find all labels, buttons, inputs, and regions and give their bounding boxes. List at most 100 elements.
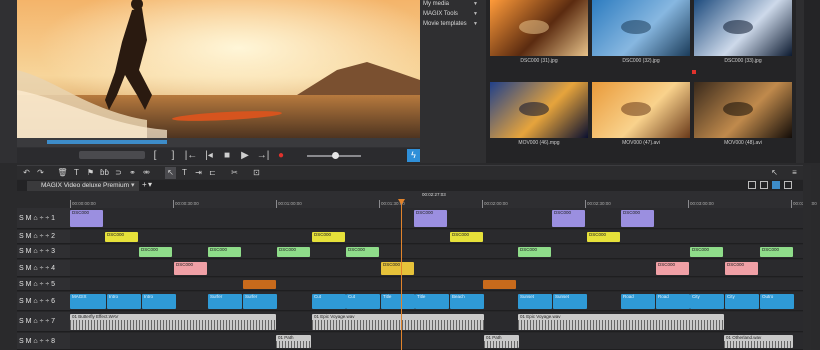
record-icon[interactable]: ●	[273, 148, 289, 163]
timeline-clip[interactable]: DSC000	[277, 247, 310, 257]
chevron-down-icon[interactable]: ▼	[473, 21, 478, 27]
group-icon[interactable]: ɓɓ	[99, 167, 110, 179]
stop-icon[interactable]: ■	[219, 148, 235, 163]
track-header[interactable]: S M ⌂ ÷ ÷ 5	[17, 278, 70, 291]
add-tab-icon[interactable]: +	[142, 180, 147, 189]
timeline-clip[interactable]: 01 Butterfly Effect.WAV	[70, 314, 276, 330]
snap-icon[interactable]: ⊡	[251, 167, 262, 179]
media-thumbnail[interactable]	[490, 82, 588, 138]
back-icon[interactable]: ↖	[769, 167, 780, 179]
media-thumbnail[interactable]	[694, 82, 792, 138]
timeline-clip[interactable]: 01 Path	[484, 335, 519, 348]
timeline-clip[interactable]: Sunset	[518, 294, 552, 309]
tab-project[interactable]: MAGIX Video deluxe Premium	[27, 181, 139, 191]
marker-icon[interactable]: ⚑	[85, 167, 96, 179]
timeline-clip[interactable]: Title	[381, 294, 415, 309]
text-tool-icon[interactable]: T	[179, 167, 190, 179]
track-lane[interactable]: DSC000 DSC000 DSC000 DSC000	[70, 208, 803, 229]
scene-mode-icon[interactable]	[760, 181, 768, 189]
timeline-clip[interactable]: City	[690, 294, 724, 309]
volume-slider-handle[interactable]	[332, 152, 339, 159]
track-lane[interactable]: DSC000 DSC000 DSC000 DSC000	[70, 230, 803, 244]
timeline-clip[interactable]: DSC000	[656, 262, 689, 275]
tab-overflow-icon[interactable]: ▾	[148, 180, 152, 189]
nav-item-magix-tools[interactable]: MAGIX Tools	[423, 11, 458, 17]
pointer-icon[interactable]: ↖	[165, 167, 176, 179]
timeline-clip[interactable]: DSC000	[587, 232, 620, 242]
unlink-icon[interactable]: ⚮	[141, 167, 152, 179]
track-header[interactable]: S M ⌂ ÷ ÷ 1	[17, 208, 70, 229]
timeline-clip[interactable]: DSC000	[70, 210, 103, 227]
timeline-clip[interactable]: DSC000	[208, 247, 241, 257]
undo-icon[interactable]: ↶	[21, 167, 32, 179]
play-icon[interactable]: ▶	[237, 148, 253, 163]
timeline-clip[interactable]: DSC000	[312, 232, 345, 242]
storyboard-mode-icon[interactable]	[748, 181, 756, 189]
chevron-down-icon[interactable]: ▼	[473, 11, 478, 17]
nav-item-my-media[interactable]: My media	[423, 1, 449, 7]
lightning-icon[interactable]: ϟ	[407, 149, 420, 162]
track-lane[interactable]	[70, 278, 803, 291]
go-to-end-icon[interactable]: →|	[255, 148, 271, 163]
timeline-scrollbar[interactable]	[803, 165, 811, 350]
mark-out-icon[interactable]: ]	[165, 148, 181, 163]
playhead-line[interactable]	[401, 199, 402, 350]
timeline-clip[interactable]: City	[725, 294, 759, 309]
timeline-clip[interactable]: DSC000	[414, 210, 447, 227]
timeline-clip[interactable]: Surfer	[243, 294, 277, 309]
timeline-clip[interactable]: 01 Path	[276, 335, 311, 348]
track-lane[interactable]: DSC000 DSC000 DSC000 DSC000	[70, 260, 803, 277]
media-thumbnail[interactable]	[694, 0, 792, 56]
delete-icon[interactable]: 🗑	[57, 167, 68, 179]
track-header[interactable]: S M ⌂ ÷ ÷ 2	[17, 230, 70, 244]
preview-scrubber[interactable]	[17, 138, 420, 147]
timeline-clip[interactable]: Outro	[760, 294, 794, 309]
media-thumbnail[interactable]	[592, 0, 690, 56]
track-header[interactable]: S M ⌂ ÷ ÷ 6	[17, 292, 70, 311]
track-lane[interactable]: 01 Butterfly Effect.WAV 01 Epic Voyage.wa…	[70, 312, 803, 332]
timeline-clip[interactable]: Road	[621, 294, 655, 309]
trim-icon[interactable]: ⊏	[207, 167, 218, 179]
timeline-mode-icon[interactable]	[772, 181, 780, 189]
track-header[interactable]: S M ⌂ ÷ ÷ 4	[17, 260, 70, 277]
timeline-clip[interactable]: 01 Otherland.wav	[724, 335, 793, 348]
timeline-clip[interactable]: DSC000	[690, 247, 723, 257]
timeline-clip[interactable]: DSC000	[381, 262, 414, 275]
menu-icon[interactable]: ≡	[789, 167, 800, 179]
timeline-clip[interactable]	[483, 280, 516, 289]
tab-menu-icon[interactable]: ▾	[131, 181, 135, 189]
timeline-clip[interactable]: Surfer	[208, 294, 242, 309]
track-lane[interactable]: DSC000 DSC000 DSC000 DSC000 DSC000 DSC000 DSC0…	[70, 245, 803, 259]
timeline-clip[interactable]: 01 Epic Voyage.wav	[518, 314, 724, 330]
timeline-clip[interactable]: Intro	[107, 294, 141, 309]
timeline-clip[interactable]: DSC000	[725, 262, 758, 275]
timeline-clip[interactable]: DSC000	[621, 210, 654, 227]
video-preview[interactable]	[17, 0, 420, 138]
timeline-clip[interactable]: DSC000	[450, 232, 483, 242]
track-header[interactable]: S M ⌂ ÷ ÷ 3	[17, 245, 70, 259]
timeline-clip[interactable]: DSC000	[346, 247, 379, 257]
loop-icon[interactable]: ⊃	[113, 167, 124, 179]
track-lane[interactable]: 01 Path 01 Path 01 Otherland.wav	[70, 333, 803, 350]
media-thumbnail[interactable]	[490, 0, 588, 56]
timeline-clip[interactable]	[243, 280, 276, 289]
timeline-clip[interactable]: DSC000	[518, 247, 551, 257]
timeline-clip[interactable]: DSC000	[139, 247, 172, 257]
go-to-start-icon[interactable]: |←	[183, 148, 199, 163]
timeline-clip[interactable]: 01 Epic Voyage.wav	[312, 314, 484, 330]
timeline-ruler[interactable]: 00:02:27:03 00:00:00:00 00:00:30:00 00:01:…	[70, 191, 817, 208]
track-lane[interactable]: MAGIX Intro Intro Surfer Surfer Cut Cut Title Ti…	[70, 292, 803, 311]
media-thumbnail[interactable]	[592, 82, 690, 138]
mark-in-icon[interactable]: [	[147, 148, 163, 163]
step-back-icon[interactable]: |◂	[201, 148, 217, 163]
multicam-mode-icon[interactable]	[784, 181, 792, 189]
text-icon[interactable]: T	[71, 167, 82, 179]
timeline-clip[interactable]: DSC000	[174, 262, 207, 275]
timeline-clip[interactable]: Cut	[346, 294, 380, 309]
timeline-clip[interactable]: DSC000	[760, 247, 793, 257]
redo-icon[interactable]: ↷	[35, 167, 46, 179]
timeline-clip[interactable]: Road	[656, 294, 690, 309]
nav-item-movie-templates[interactable]: Movie templates	[423, 21, 467, 27]
timeline-clip[interactable]: Intro	[142, 294, 176, 309]
razor-icon[interactable]: ✂	[229, 167, 240, 179]
